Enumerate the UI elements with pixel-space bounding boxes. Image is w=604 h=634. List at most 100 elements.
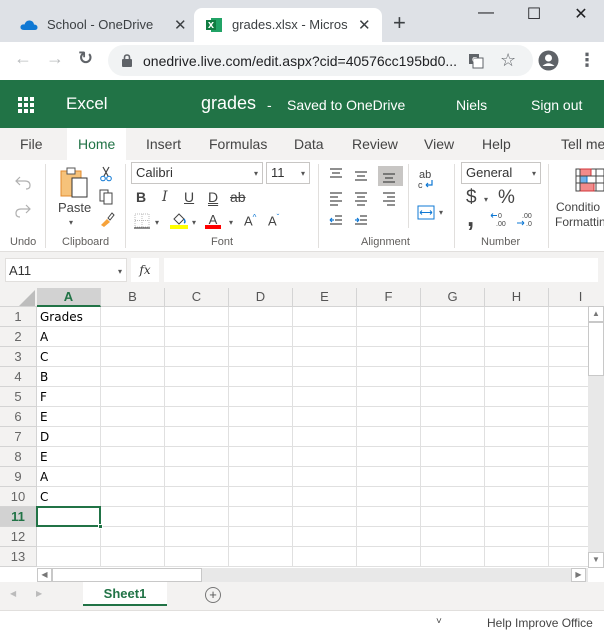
cell-g5[interactable] xyxy=(421,387,485,407)
underline-button[interactable]: U xyxy=(184,190,194,204)
scroll-right-button[interactable]: ▶ xyxy=(571,568,586,582)
cell-g3[interactable] xyxy=(421,347,485,367)
cell-g7[interactable] xyxy=(421,427,485,447)
paste-icon[interactable] xyxy=(59,166,89,198)
cell-f1[interactable] xyxy=(357,307,421,327)
cell-a6[interactable]: E xyxy=(37,407,101,427)
browser-tab-grades[interactable]: X grades.xlsx - Microsoft ✕ xyxy=(194,8,382,42)
cell-f13[interactable] xyxy=(357,547,421,567)
cell-g10[interactable] xyxy=(421,487,485,507)
cell-g12[interactable] xyxy=(421,527,485,547)
horizontal-scrollbar[interactable]: ◀ ▶ xyxy=(37,568,588,582)
cell-b9[interactable] xyxy=(101,467,165,487)
fill-color-icon[interactable] xyxy=(170,212,188,229)
column-header-i[interactable]: I xyxy=(549,288,604,307)
cell-g6[interactable] xyxy=(421,407,485,427)
increase-decimal-icon[interactable]: 0 .00 xyxy=(490,211,508,227)
bottom-align-button[interactable] xyxy=(378,164,403,184)
fill-color-dropdown-icon[interactable]: ▾ xyxy=(192,218,196,227)
cell-c1[interactable] xyxy=(165,307,229,327)
top-align-button[interactable] xyxy=(325,164,350,184)
add-sheet-button[interactable]: + xyxy=(205,587,221,603)
cell-a7[interactable]: D xyxy=(37,427,101,447)
merge-dropdown-icon[interactable]: ▾ xyxy=(439,208,443,217)
status-chevron-icon[interactable]: ˅ xyxy=(436,616,442,627)
cell-a5[interactable]: F xyxy=(37,387,101,407)
column-header-c[interactable]: C xyxy=(165,288,229,307)
cell-d2[interactable] xyxy=(229,327,293,347)
cell-c11[interactable] xyxy=(165,507,229,527)
cell-e9[interactable] xyxy=(293,467,357,487)
cell-a12[interactable] xyxy=(37,527,101,547)
cell-g1[interactable] xyxy=(421,307,485,327)
document-title[interactable]: grades xyxy=(201,93,256,114)
cell-f9[interactable] xyxy=(357,467,421,487)
decrease-decimal-icon[interactable]: .00 .0 xyxy=(516,211,534,227)
undo-icon[interactable] xyxy=(15,176,31,190)
cell-f3[interactable] xyxy=(357,347,421,367)
cell-e4[interactable] xyxy=(293,367,357,387)
row-header-9[interactable]: 9 xyxy=(0,467,37,487)
cell-h7[interactable] xyxy=(485,427,549,447)
cell-f4[interactable] xyxy=(357,367,421,387)
cell-f7[interactable] xyxy=(357,427,421,447)
app-name[interactable]: Excel xyxy=(66,94,108,114)
row-header-1[interactable]: 1 xyxy=(0,307,37,327)
cell-a2[interactable]: A xyxy=(37,327,101,347)
cell-e5[interactable] xyxy=(293,387,357,407)
tab-file[interactable]: File xyxy=(20,136,43,152)
new-tab-button[interactable]: + xyxy=(393,12,406,34)
font-name-dropdown[interactable]: Calibri ▾ xyxy=(131,162,263,184)
cell-b6[interactable] xyxy=(101,407,165,427)
align-right-button[interactable] xyxy=(378,188,403,208)
tell-me-search[interactable]: Tell me xyxy=(561,136,604,152)
translate-icon[interactable]: G xyxy=(468,53,484,69)
row-header-7[interactable]: 7 xyxy=(0,427,37,447)
cell-c13[interactable] xyxy=(165,547,229,567)
cell-b12[interactable] xyxy=(101,527,165,547)
profile-avatar-icon[interactable] xyxy=(538,50,559,71)
column-header-e[interactable]: E xyxy=(293,288,357,307)
tab-help[interactable]: Help xyxy=(482,136,511,152)
address-bar[interactable]: onedrive.live.com/edit.aspx?cid=40576cc1… xyxy=(108,45,533,76)
cell-b7[interactable] xyxy=(101,427,165,447)
align-center-button[interactable] xyxy=(350,188,375,208)
cell-f2[interactable] xyxy=(357,327,421,347)
forward-button[interactable]: → xyxy=(46,48,64,69)
cell-f12[interactable] xyxy=(357,527,421,547)
cell-a9[interactable]: A xyxy=(37,467,101,487)
percent-button[interactable]: % xyxy=(498,188,515,207)
cell-d6[interactable] xyxy=(229,407,293,427)
column-header-a[interactable]: A xyxy=(37,288,101,307)
cell-d3[interactable] xyxy=(229,347,293,367)
column-header-d[interactable]: D xyxy=(229,288,293,307)
cell-b8[interactable] xyxy=(101,447,165,467)
cell-b11[interactable] xyxy=(101,507,165,527)
tab-formulas[interactable]: Formulas xyxy=(209,136,267,152)
cell-h11[interactable] xyxy=(485,507,549,527)
cell-h8[interactable] xyxy=(485,447,549,467)
tab-review[interactable]: Review xyxy=(352,136,398,152)
help-improve-office-link[interactable]: Help Improve Office xyxy=(487,616,593,630)
formula-input[interactable] xyxy=(164,258,598,282)
tab-insert[interactable]: Insert xyxy=(146,136,181,152)
cell-g11[interactable] xyxy=(421,507,485,527)
cell-f5[interactable] xyxy=(357,387,421,407)
row-header-5[interactable]: 5 xyxy=(0,387,37,407)
font-color-dropdown-icon[interactable]: ▾ xyxy=(229,218,233,227)
cell-d10[interactable] xyxy=(229,487,293,507)
column-header-b[interactable]: B xyxy=(101,288,165,307)
back-button[interactable]: ← xyxy=(14,48,32,69)
tab-home[interactable]: Home xyxy=(67,128,127,160)
borders-icon[interactable] xyxy=(134,213,150,229)
cell-d4[interactable] xyxy=(229,367,293,387)
next-sheet-icon[interactable]: ▶ xyxy=(36,589,42,598)
cell-b4[interactable] xyxy=(101,367,165,387)
cell-f8[interactable] xyxy=(357,447,421,467)
cell-d1[interactable] xyxy=(229,307,293,327)
close-tab-icon[interactable]: ✕ xyxy=(358,16,371,34)
format-painter-icon[interactable] xyxy=(99,211,115,227)
name-box[interactable]: A11 ▾ xyxy=(5,258,127,282)
cell-e7[interactable] xyxy=(293,427,357,447)
row-header-10[interactable]: 10 xyxy=(0,487,37,507)
